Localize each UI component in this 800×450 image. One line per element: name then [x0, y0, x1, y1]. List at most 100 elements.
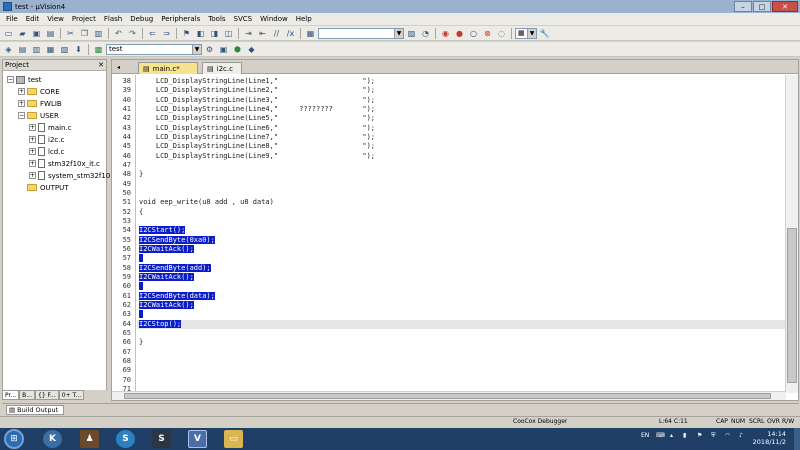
download-icon[interactable]: ⬇: [72, 43, 85, 55]
expand-icon[interactable]: +: [18, 100, 25, 107]
code-line[interactable]: [139, 310, 144, 319]
horizontal-scrollbar[interactable]: [112, 391, 786, 400]
tab-project[interactable]: Pr...: [2, 390, 20, 400]
batch-build-icon[interactable]: ▦: [44, 43, 57, 55]
pack-installer-icon[interactable]: ◆: [245, 43, 258, 55]
manage-components-icon[interactable]: ⬢: [231, 43, 244, 55]
target-select[interactable]: test ▼: [106, 43, 202, 55]
debug-start-icon[interactable]: ◉: [439, 27, 452, 39]
menu-flash[interactable]: Flash: [100, 15, 126, 23]
tree-item[interactable]: + FWLIB: [18, 98, 62, 109]
code-area[interactable]: 38 39 40 41 42 43 44 45 46 47 48 49 50 51 52 53 54 55 56 57…: [112, 75, 786, 393]
nav-back-icon[interactable]: ⇐: [146, 27, 159, 39]
code-line[interactable]: }: [139, 338, 143, 347]
code-line[interactable]: }: [139, 170, 143, 179]
panel-close-icon[interactable]: ✕: [98, 61, 104, 69]
expand-icon[interactable]: +: [29, 160, 36, 167]
network-icon[interactable]: ▮: [683, 432, 686, 439]
tree-item[interactable]: − USER: [18, 110, 59, 121]
code-line[interactable]: LCD_DisplayStringLine(Line3," ");: [139, 96, 375, 105]
tree-item[interactable]: + lcd.c: [29, 146, 64, 157]
vertical-scrollbar[interactable]: [785, 75, 798, 393]
tab-main-c[interactable]: ▤ main.c*: [138, 62, 198, 74]
maximize-button[interactable]: □: [753, 1, 771, 12]
code-line[interactable]: I2CWaitAck();: [139, 244, 194, 254]
language-indicator[interactable]: EN: [641, 432, 649, 439]
tab-i2c-c[interactable]: ▤ i2c.c: [202, 62, 242, 74]
menu-edit[interactable]: Edit: [22, 15, 44, 23]
paste-icon[interactable]: ▥: [92, 27, 105, 39]
unindent-icon[interactable]: ⇤: [256, 27, 269, 39]
chevron-down-icon[interactable]: ▼: [527, 28, 536, 38]
disable-all-breakpoints-icon[interactable]: ◌: [495, 27, 508, 39]
menu-project[interactable]: Project: [68, 15, 100, 23]
tab-scroll-icon[interactable]: ◂: [114, 63, 123, 72]
comment-icon[interactable]: //: [270, 27, 283, 39]
cut-icon[interactable]: ✂: [64, 27, 77, 39]
code-line[interactable]: [139, 254, 144, 263]
horizontal-scroll-thumb[interactable]: [124, 393, 771, 399]
tree-item[interactable]: OUTPUT: [18, 182, 69, 193]
code-line[interactable]: I2CWaitAck();: [139, 272, 194, 282]
collapse-icon[interactable]: −: [7, 76, 14, 83]
menu-view[interactable]: View: [43, 15, 68, 23]
translate-icon[interactable]: ◈: [2, 43, 15, 55]
action-center-icon[interactable]: ⚑: [697, 432, 702, 439]
tree-item[interactable]: + stm32f10x_it.c: [29, 158, 100, 169]
close-button[interactable]: ✕: [772, 1, 798, 12]
expand-icon[interactable]: +: [29, 172, 36, 179]
show-desktop-button[interactable]: [794, 428, 800, 450]
disable-breakpoint-icon[interactable]: ○: [467, 27, 480, 39]
stop-build-icon[interactable]: ▧: [58, 43, 71, 55]
clock[interactable]: 14:14 2018/11/2: [753, 430, 786, 446]
code-line[interactable]: {: [139, 208, 143, 217]
code-line[interactable]: LCD_DisplayStringLine(Line9," ");: [139, 152, 375, 161]
save-icon[interactable]: ▣: [30, 27, 43, 39]
menu-tools[interactable]: Tools: [204, 15, 229, 23]
menu-help[interactable]: Help: [292, 15, 316, 23]
configure-icon[interactable]: 🔧: [538, 27, 551, 39]
prev-bookmark-icon[interactable]: ◧: [194, 27, 207, 39]
new-file-icon[interactable]: ▭: [2, 27, 15, 39]
bookmark-icon[interactable]: ⚑: [180, 27, 193, 39]
code-line[interactable]: LCD_DisplayStringLine(Line4," ???????? "…: [139, 105, 375, 114]
save-all-icon[interactable]: ▤: [44, 27, 57, 39]
tree-item[interactable]: + CORE: [18, 86, 60, 97]
media-app-icon[interactable]: ♟: [80, 430, 99, 448]
menu-svcs[interactable]: SVCS: [230, 15, 257, 23]
code-line[interactable]: I2CSendByte(data);: [139, 291, 215, 301]
code-line[interactable]: I2CStop();: [139, 319, 182, 329]
clear-bookmarks-icon[interactable]: ◫: [222, 27, 235, 39]
code-line[interactable]: [139, 282, 144, 291]
volume-icon[interactable]: ♪: [739, 432, 743, 439]
menu-debug[interactable]: Debug: [126, 15, 157, 23]
code-line[interactable]: LCD_DisplayStringLine(Line6," ");: [139, 124, 375, 133]
tab-build-output[interactable]: ▤ Build Output: [6, 405, 64, 415]
s-app-icon[interactable]: S: [116, 430, 135, 448]
breakpoint-icon[interactable]: ●: [453, 27, 466, 39]
keyboard-icon[interactable]: ⌨: [656, 432, 665, 439]
vertical-scroll-thumb[interactable]: [787, 228, 797, 383]
nav-forward-icon[interactable]: ⇒: [160, 27, 173, 39]
menu-file[interactable]: File: [2, 15, 22, 23]
code-line[interactable]: I2CStart();: [139, 226, 186, 235]
expand-icon[interactable]: +: [29, 124, 36, 131]
tree-item[interactable]: + main.c: [29, 122, 72, 133]
undo-icon[interactable]: ↶: [112, 27, 125, 39]
kill-breakpoints-icon[interactable]: ⊗: [481, 27, 494, 39]
tray-expand-icon[interactable]: ▴: [670, 432, 673, 439]
tree-item[interactable]: − test: [7, 74, 41, 85]
find-in-files-icon[interactable]: ▦: [304, 27, 317, 39]
start-button[interactable]: ⊞: [4, 429, 24, 449]
expand-icon[interactable]: +: [18, 88, 25, 95]
next-bookmark-icon[interactable]: ◨: [208, 27, 221, 39]
code-line[interactable]: LCD_DisplayStringLine(Line5," ");: [139, 114, 375, 123]
wifi-icon[interactable]: ◠: [725, 432, 730, 439]
menu-peripherals[interactable]: Peripherals: [157, 15, 204, 23]
rebuild-icon[interactable]: ▥: [30, 43, 43, 55]
windows-combo[interactable]: ▦ ▼: [515, 27, 537, 39]
incremental-find-icon[interactable]: ◔: [419, 27, 432, 39]
chevron-down-icon[interactable]: ▼: [394, 28, 403, 38]
collapse-icon[interactable]: −: [18, 112, 25, 119]
tab-templates[interactable]: 0+ T...: [58, 390, 85, 400]
